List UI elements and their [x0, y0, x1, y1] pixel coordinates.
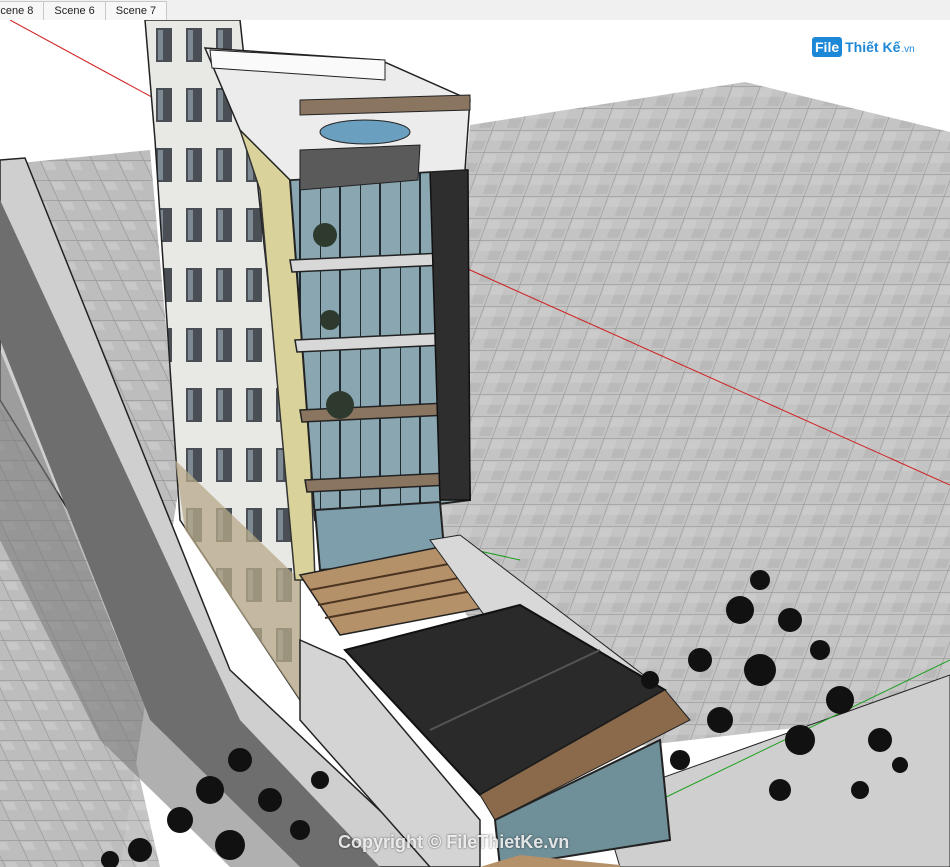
filethietke-logo: File Thiết Kế .vn [812, 34, 922, 60]
tab-scene-8[interactable]: Scene 8 [0, 1, 45, 20]
copyright-watermark: Copyright © FileThietKe.vn [338, 832, 570, 852]
tab-scene-7[interactable]: Scene 7 [104, 1, 168, 20]
tab-scene-6[interactable]: Scene 6 [43, 1, 106, 20]
scene-tab-bar: Scene 8 Scene 6 Scene 7 [0, 0, 950, 21]
logo-brand: Thiết Kế [845, 39, 901, 55]
logo-tld: .vn [901, 43, 915, 55]
rooftop-pool [319, 119, 411, 145]
logo-file-badge: File [812, 37, 843, 57]
3d-model-viewport[interactable]: File Thiết Kế .vn Copyright © FileThietK… [0, 20, 950, 867]
model-scene [0, 20, 950, 867]
